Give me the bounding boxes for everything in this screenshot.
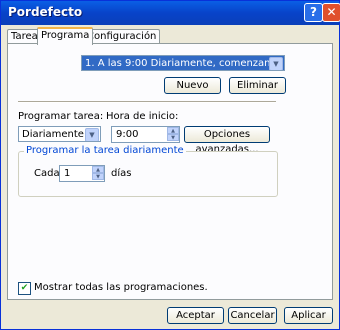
schedule-select-value: 1. A las 9:00 Diariamente, comenzando el… [85,58,284,69]
start-time-spinner[interactable]: ▲ ▼ [167,127,179,142]
window-title: Pordefecto [8,5,83,19]
start-time-label: Hora de inicio: [106,111,179,122]
days-unit-label: días [111,168,132,179]
days-interval-input[interactable]: 1 ▲ ▼ [59,165,105,182]
dialog-window: Pordefecto ? ✕ Tarea Programa Configurac… [0,0,340,330]
days-interval-value: 1 [64,168,71,179]
schedule-task-label: Programar tarea: [18,111,104,122]
schedule-task-value: Diariamente [22,129,84,140]
schedule-select[interactable]: 1. A las 9:00 Diariamente, comenzando el… [81,55,285,71]
show-all-checkbox[interactable]: ✔ [18,282,31,295]
accept-button[interactable]: Aceptar [167,307,224,324]
tab-configuracion[interactable]: Configuración [83,29,161,44]
delete-button[interactable]: Eliminar [229,77,286,94]
spin-up-icon[interactable]: ▲ [92,166,104,173]
tab-programa[interactable]: Programa [37,27,94,45]
spin-up-icon[interactable]: ▲ [167,127,179,134]
new-button[interactable]: Nuevo [164,77,221,94]
daily-group-legend: Programar la tarea diariamente [24,145,186,156]
schedule-task-select[interactable]: Diariamente ▼ [18,126,101,142]
close-button[interactable]: ✕ [322,3,340,22]
start-time-value: 9:00 [116,129,139,140]
spin-down-icon[interactable]: ▼ [167,134,179,141]
chevron-down-icon[interactable]: ▼ [85,128,99,141]
cancel-button[interactable]: Cancelar [228,307,277,324]
days-interval-spinner[interactable]: ▲ ▼ [92,166,104,181]
show-all-label[interactable]: Mostrar todas las programaciones. [34,282,208,293]
every-label: Cada [34,168,60,179]
spin-down-icon[interactable]: ▼ [92,173,104,180]
separator [18,101,276,103]
help-button[interactable]: ? [304,3,323,22]
advanced-options-button[interactable]: Opciones avanzadas... [184,126,270,155]
tab-panel-programa: 1. A las 9:00 Diariamente, comenzando el… [7,43,333,300]
daily-schedule-group: Programar la tarea diariamente Cada 1 ▲ … [18,145,278,197]
apply-button[interactable]: Aplicar [284,307,333,324]
chevron-down-icon[interactable]: ▼ [269,57,283,70]
title-bar[interactable]: Pordefecto ? ✕ [1,1,340,25]
start-time-input[interactable]: 9:00 ▲ ▼ [111,126,180,143]
